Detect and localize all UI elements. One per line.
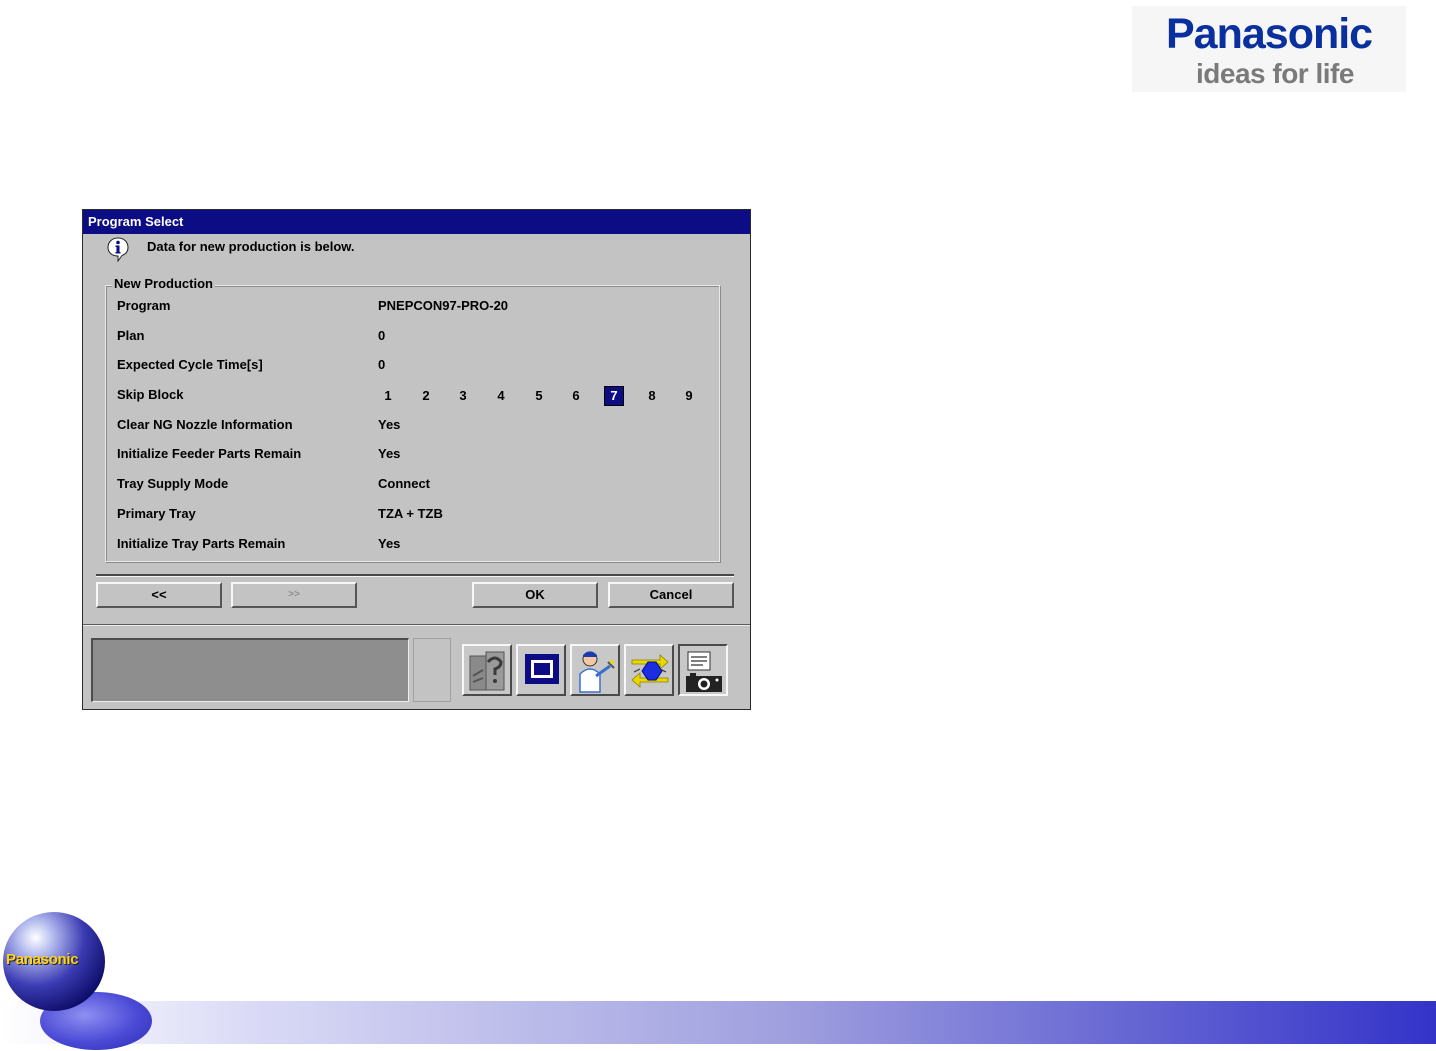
status-separator [83,624,750,626]
skip-block-4[interactable]: 4 [491,386,511,406]
skip-block-3[interactable]: 3 [453,386,473,406]
init-tray-value: Yes [378,536,401,551]
prev-button[interactable]: << [96,582,222,608]
skip-block-6[interactable]: 6 [566,386,586,406]
status-indicator-area [413,638,451,702]
help-manual-button[interactable] [462,644,512,696]
globe-logo-text: Panasonic [6,951,79,968]
cycle-time-value: 0 [378,357,386,372]
panasonic-logo: Panasonic ideas for life [1132,6,1406,92]
monitor-screen-button[interactable] [516,644,566,696]
tray-supply-label: Tray Supply Mode [117,476,229,491]
data-transfer-button[interactable] [624,644,674,696]
help-manual-icon [469,651,505,691]
next-button[interactable]: >> [231,582,357,608]
button-divider [96,574,734,577]
skip-block-9[interactable]: 9 [679,386,699,406]
operator-button[interactable] [570,644,620,696]
info-icon [107,237,129,262]
status-message-area [91,638,409,702]
data-transfer-icon [631,654,669,688]
skip-block-2[interactable]: 2 [416,386,436,406]
ok-button[interactable]: OK [472,582,598,608]
program-label: Program [117,298,171,313]
camera-info-icon [686,651,722,692]
monitor-screen-icon [525,654,559,684]
camera-info-button[interactable] [678,644,728,696]
group-title: New Production [112,276,215,291]
plan-value: 0 [378,328,386,343]
skip-block-5[interactable]: 5 [529,386,549,406]
footer-gradient-band [0,1001,1436,1044]
skip-block-label: Skip Block [117,387,184,402]
primary-tray-value: TZA + TZB [378,506,443,521]
skip-block-7-selected[interactable]: 7 [604,386,624,406]
title-bar: Program Select [83,210,750,234]
program-value: PNEPCON97-PRO-20 [378,298,509,313]
tray-supply-value: Connect [378,476,430,491]
operator-icon [579,651,615,693]
primary-tray-label: Primary Tray [117,506,196,521]
skip-block-1[interactable]: 1 [378,386,398,406]
skip-block-8[interactable]: 8 [642,386,662,406]
logo-tagline: ideas for life [1196,58,1354,89]
program-select-dialog: Program Select Data for new production i… [82,209,751,710]
cancel-button[interactable]: Cancel [608,582,734,608]
dialog-title: Program Select [88,214,184,229]
cycle-time-label: Expected Cycle Time[s] [117,357,263,372]
init-tray-label: Initialize Tray Parts Remain [117,536,286,551]
clear-ng-nozzle-value: Yes [378,417,401,432]
plan-label: Plan [117,328,145,343]
init-feeder-value: Yes [378,446,401,461]
info-message: Data for new production is below. [147,239,355,254]
init-feeder-label: Initialize Feeder Parts Remain [117,446,302,461]
clear-ng-nozzle-label: Clear NG Nozzle Information [117,417,293,432]
logo-text: Panasonic [1166,10,1373,58]
